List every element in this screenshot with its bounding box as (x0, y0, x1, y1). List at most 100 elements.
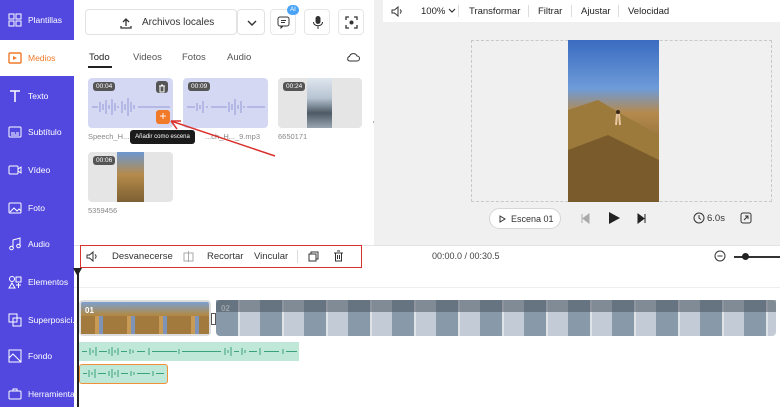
link-button[interactable]: Vincular (254, 251, 288, 262)
play-small-icon (499, 215, 506, 223)
zoom-select[interactable]: 100% (421, 6, 456, 17)
previous-icon[interactable] (580, 213, 590, 224)
sidebar-item-label: Audio (28, 239, 50, 249)
sidebar-item-media[interactable]: Medios (0, 40, 74, 76)
template-icon (8, 13, 22, 27)
volume-icon[interactable] (391, 6, 403, 17)
media-filename: Speech_H... (88, 132, 130, 141)
subtitle-icon (8, 126, 22, 138)
video-thumbnail (117, 152, 144, 202)
sidebar-item-label: Medios (28, 53, 56, 63)
waveform-graphic (82, 347, 297, 356)
media-filename: 5359456 (88, 206, 118, 215)
duration-badge: 00:04 (93, 82, 116, 91)
scene-duration: 6.0s (707, 213, 725, 224)
sidebar-item-video[interactable]: Vídeo (0, 152, 74, 188)
video-preview[interactable] (568, 40, 659, 202)
fade-button[interactable]: Desvanecerse (112, 251, 173, 262)
split-icon[interactable] (183, 251, 194, 262)
tab-photos[interactable]: Fotos (182, 52, 206, 63)
trash-icon[interactable] (333, 250, 344, 262)
clip-filmstrip (81, 316, 209, 334)
local-files-button[interactable]: Archivos locales (85, 9, 237, 35)
toolbar-divider (458, 5, 459, 17)
clip-label: 01 (85, 306, 94, 315)
sidebar-item-templates[interactable]: Plantillas (0, 2, 74, 38)
duration-badge: 00:09 (188, 82, 211, 91)
media-item-video-1[interactable]: 00:24 (278, 78, 362, 128)
tab-audio[interactable]: Audio (227, 52, 251, 63)
sidebar-item-photo[interactable]: Foto (0, 190, 74, 226)
playhead[interactable] (77, 268, 79, 407)
audio-track-clip-2[interactable] (79, 364, 168, 384)
toolbar-divider (528, 5, 529, 17)
sidebar-item-label: Foto (28, 203, 46, 213)
transform-button[interactable]: Transformar (469, 6, 520, 17)
speed-button[interactable]: Velocidad (628, 6, 669, 17)
audio-track-clip-1[interactable] (79, 342, 299, 361)
waveform-graphic (83, 369, 164, 378)
tools-icon (8, 388, 22, 400)
trash-icon (159, 84, 165, 93)
chat-icon (277, 16, 290, 29)
filter-button[interactable]: Filtrar (538, 6, 562, 17)
delete-media-button[interactable] (156, 81, 168, 93)
volume-icon[interactable] (86, 251, 98, 262)
zoom-out-icon[interactable] (714, 250, 726, 262)
tab-all[interactable]: Todo (89, 52, 110, 63)
duration-badge: 00:06 (93, 156, 116, 165)
clip-header (216, 300, 776, 312)
sidebar-item-label: Elementos (28, 277, 69, 287)
elements-icon (8, 276, 22, 289)
local-files-label: Archivos locales (142, 17, 215, 28)
cloud-icon[interactable] (346, 52, 360, 62)
chevron-down-icon (448, 8, 456, 13)
media-item-video-2[interactable]: 00:06 (88, 152, 173, 202)
fullscreen-icon[interactable] (740, 212, 752, 224)
sidebar-item-subtitle[interactable]: Subtítulo (0, 114, 74, 150)
sidebar-item-text[interactable]: Texto (0, 78, 74, 114)
duplicate-icon[interactable] (308, 251, 319, 262)
play-icon[interactable] (608, 211, 621, 225)
record-audio-button[interactable] (304, 9, 330, 35)
timeline-clip-2[interactable]: 02 (216, 300, 776, 336)
sidebar-item-label: Fondo (28, 351, 53, 361)
overlay-icon (8, 313, 22, 327)
sidebar-item-overlay[interactable]: Superposici... (0, 302, 74, 338)
chevron-down-icon (247, 20, 257, 26)
audio-icon (9, 237, 21, 251)
timeline-time: 00:00.0 / 00:30.5 (432, 251, 500, 261)
sidebar-item-label: Vídeo (28, 165, 51, 175)
sidebar-item-label: Texto (28, 91, 49, 101)
video-thumbnail (307, 78, 332, 128)
zoom-slider-track[interactable] (734, 256, 780, 258)
toolbar-divider (618, 5, 619, 17)
sidebar-item-elements[interactable]: Elementos (0, 264, 74, 300)
duration-badge: 00:24 (283, 82, 306, 91)
sidebar-item-label: Superposici... (28, 315, 74, 325)
media-icon (8, 52, 22, 64)
sidebar: Plantillas Medios Texto Subtítulo Vídeo … (0, 0, 74, 407)
photo-icon (8, 202, 22, 214)
scene-selector-button[interactable]: Escena 01 (489, 208, 561, 229)
timeline-ruler (74, 268, 780, 288)
zoom-slider-handle[interactable] (742, 253, 749, 260)
sidebar-item-label: Subtítulo (28, 127, 62, 137)
screen-capture-icon (345, 16, 358, 29)
source-dropdown-button[interactable] (237, 9, 265, 35)
scene-label: Escena 01 (511, 214, 554, 224)
next-icon[interactable] (637, 213, 647, 224)
trim-button[interactable]: Recortar (207, 251, 243, 262)
annotation-arrow-icon (170, 120, 276, 157)
ai-badge: AI (287, 5, 299, 15)
media-filename: 6650171 (278, 132, 308, 141)
tab-videos[interactable]: Videos (133, 52, 162, 63)
sidebar-item-audio[interactable]: Audio (0, 226, 74, 262)
adjust-button[interactable]: Ajustar (581, 6, 611, 17)
timeline-clip-1[interactable]: 01 (79, 300, 211, 336)
sidebar-item-background[interactable]: Fondo (0, 338, 74, 374)
toolbar-divider (571, 5, 572, 17)
screen-record-button[interactable] (338, 9, 364, 35)
active-tab-indicator (88, 66, 112, 68)
waveform-graphic (187, 99, 265, 115)
